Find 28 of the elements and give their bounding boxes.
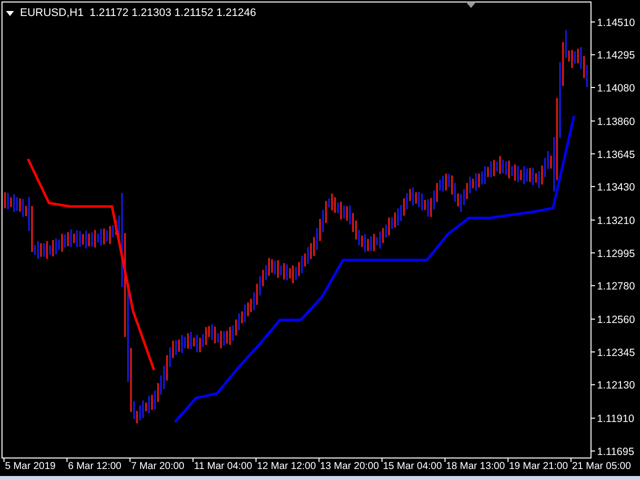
time-axis-label: 18 Mar 13:00 xyxy=(446,461,505,472)
time-axis-label: 7 Mar 20:00 xyxy=(131,461,184,472)
price-axis-label: 1.12780 xyxy=(597,280,635,293)
price-axis-label: 1.12995 xyxy=(597,248,635,260)
price-axis-label: 1.12560 xyxy=(597,314,635,326)
price-axis-label: 1.13860 xyxy=(597,116,635,128)
time-axis-label: 6 Mar 12:00 xyxy=(68,461,122,472)
price-axis-label: 1.13430 xyxy=(597,182,635,194)
price-axis-label: 1.13210 xyxy=(597,215,635,228)
time-axis-label: 19 Mar 21:00 xyxy=(509,461,568,472)
price-axis-label: 1.12345 xyxy=(597,346,635,359)
price-axis-label: 1.12130 xyxy=(597,380,635,392)
time-axis-label: 12 Mar 12:00 xyxy=(257,461,316,472)
price-axis-label: 1.14080 xyxy=(597,82,635,94)
time-axis-label: 5 Mar 2019 xyxy=(5,461,56,472)
price-axis-label: 1.13645 xyxy=(597,148,635,161)
time-axis-label: 11 Mar 04:00 xyxy=(194,461,252,472)
shift-marker-icon[interactable] xyxy=(466,2,476,8)
time-axis-label: 13 Mar 20:00 xyxy=(320,461,379,472)
price-axis-label: 1.11695 xyxy=(597,446,634,458)
dropdown-icon[interactable] xyxy=(6,10,14,16)
price-axis-label: 1.14295 xyxy=(597,50,635,62)
time-axis-label: 15 Mar 04:00 xyxy=(383,461,442,472)
time-axis-label: 21 Mar 05:00 xyxy=(572,461,631,472)
price-quote: 1.21172 1.21303 1.21152 1.21246 xyxy=(90,6,256,21)
price-axis-label: 1.11910 xyxy=(597,413,634,426)
price-axis-label: 1.14510 xyxy=(597,16,635,29)
symbol-label: EURUSD,H1 xyxy=(20,6,84,21)
